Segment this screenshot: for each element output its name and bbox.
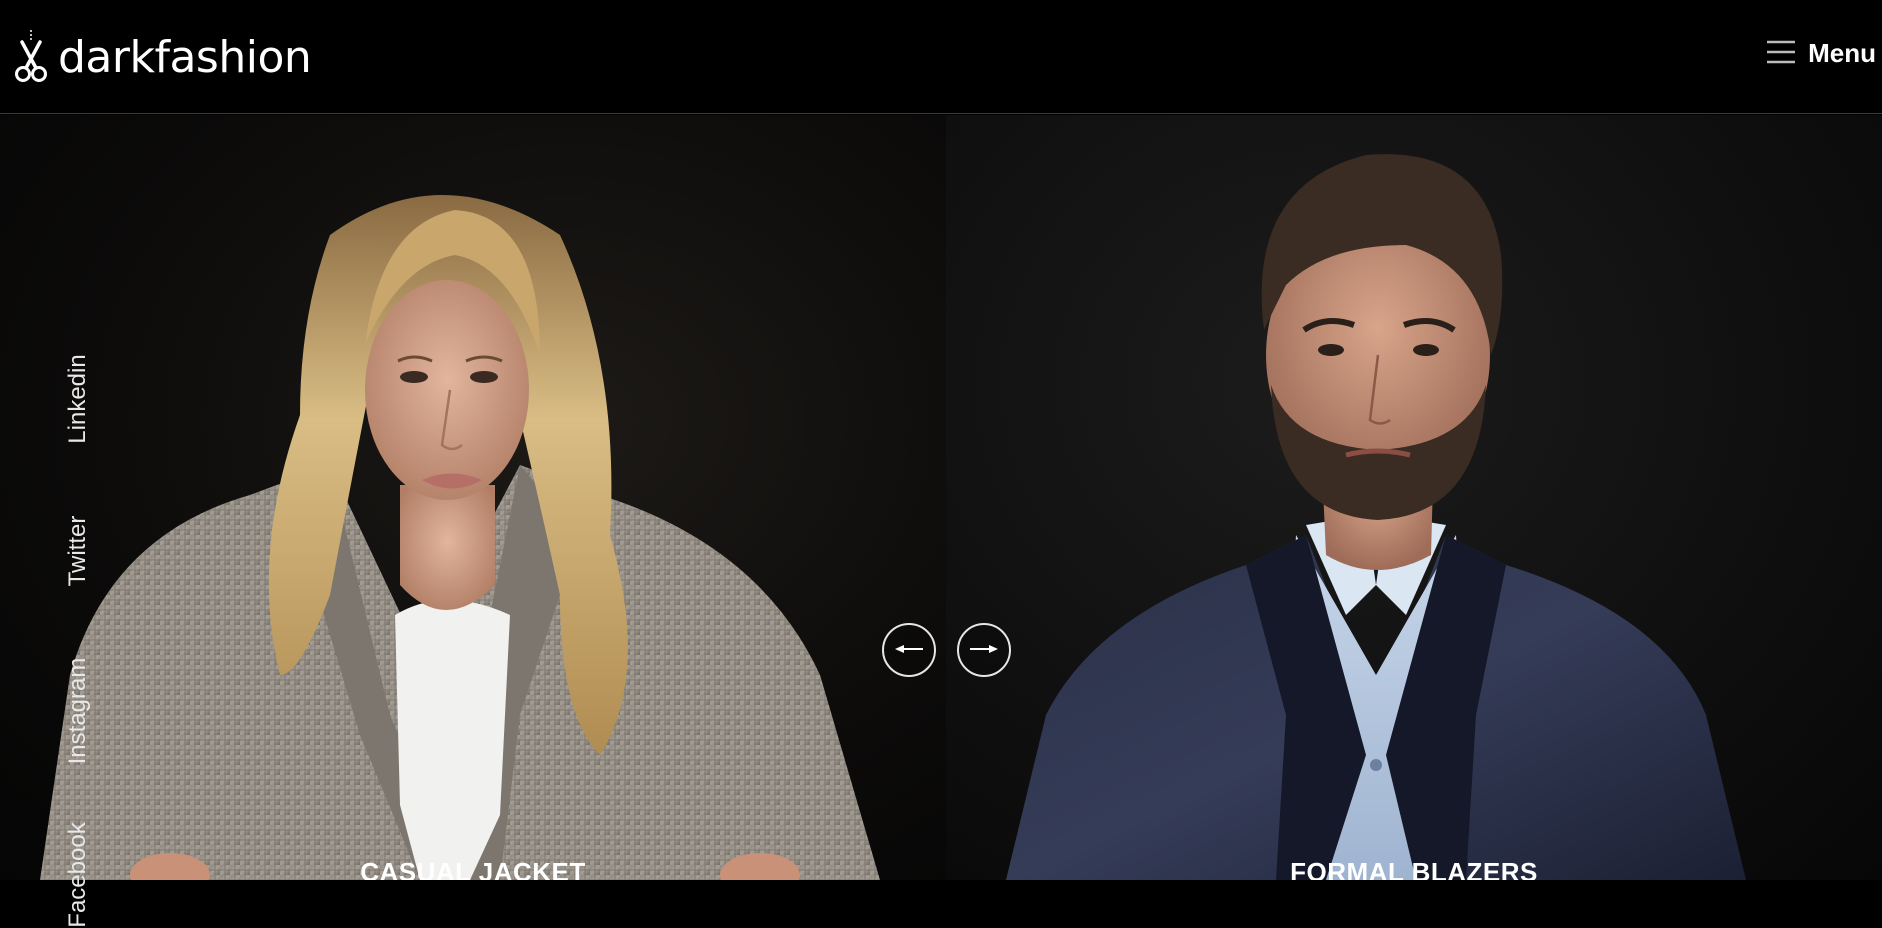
social-link-instagram[interactable]: Instagram xyxy=(64,658,92,765)
arrow-left-icon xyxy=(894,641,924,660)
slide-casual-jacket[interactable]: CASUAL JACKET xyxy=(0,115,946,880)
scissors-icon xyxy=(14,28,48,88)
prev-slide-button[interactable] xyxy=(882,623,936,677)
site-header: darkfashion Menu xyxy=(0,0,1882,114)
man-model-image xyxy=(1006,154,1746,880)
social-link-facebook[interactable]: Facebook xyxy=(64,822,92,927)
woman-model-image xyxy=(40,195,880,880)
slide-caption[interactable]: FORMAL BLAZERS xyxy=(946,857,1882,880)
menu-button[interactable]: Menu xyxy=(1766,38,1876,69)
brand-logo[interactable]: darkfashion xyxy=(14,28,312,88)
menu-label: Menu xyxy=(1808,38,1876,68)
social-link-linkedin[interactable]: Linkedin xyxy=(64,354,92,443)
slide-caption[interactable]: CASUAL JACKET xyxy=(0,857,946,880)
brand-name: darkfashion xyxy=(58,32,312,83)
slide-formal-blazers[interactable]: FORMAL BLAZERS xyxy=(946,115,1882,880)
social-links: Linkedin Twitter Instagram Facebook xyxy=(56,115,100,927)
next-slide-button[interactable] xyxy=(957,623,1011,677)
hamburger-icon xyxy=(1766,39,1796,69)
social-link-twitter[interactable]: Twitter xyxy=(64,516,92,587)
arrow-right-icon xyxy=(969,641,999,660)
